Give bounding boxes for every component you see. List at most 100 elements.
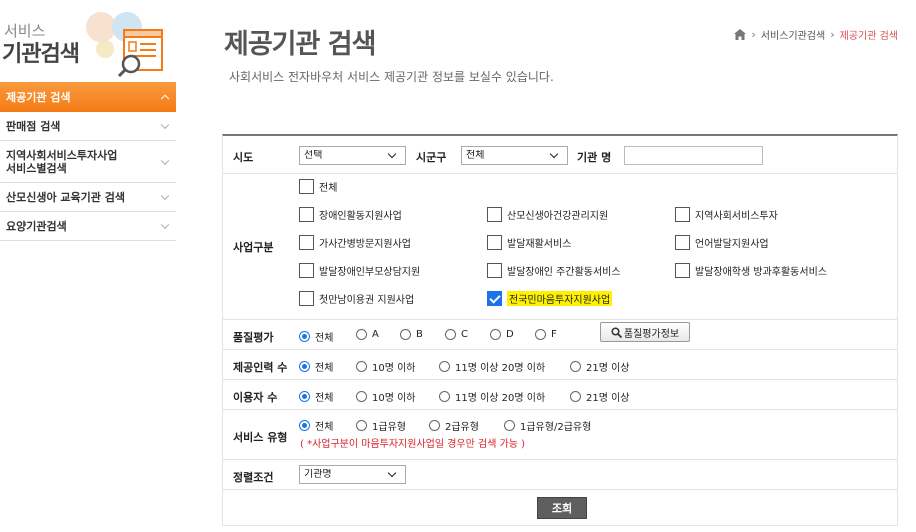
users-radio[interactable]: 10명 이하 [356, 389, 416, 404]
radio-label: 전체 [315, 333, 334, 344]
sidebar-item-maternity-education-search[interactable]: 산모신생아 교육기관 검색 [0, 183, 176, 212]
radio-label: 11명 이상 20명 이하 [455, 393, 546, 404]
chevron-down-icon [160, 120, 170, 130]
business-checkbox[interactable]: 가사간병방문지원사업 [299, 235, 411, 250]
sidebar-item-label: 제공기관 검색 [6, 91, 71, 104]
radio-label: A [372, 329, 379, 340]
service-type-radio[interactable]: 1급유형 [356, 418, 406, 433]
checkbox-box[interactable] [675, 207, 690, 222]
checkbox-label: 가사간병방문지원사업 [319, 239, 411, 250]
business-checkbox[interactable]: 발달장애인 주간활동서비스 [487, 263, 621, 278]
sidebar-menu: 제공기관 검색 판매점 검색 지역사회서비스투자사업 서비스별검색 산모신생아 … [0, 82, 176, 241]
home-icon[interactable] [734, 29, 747, 40]
checkbox-box[interactable] [299, 207, 314, 222]
sidebar-item-community-service-search[interactable]: 지역사회서비스투자사업 서비스별검색 [0, 141, 176, 183]
checkbox-label: 산모신생아건강관리지원 [507, 211, 609, 222]
radio-selected[interactable] [299, 420, 310, 431]
sort-select[interactable]: 기관명 [299, 465, 406, 484]
radio-label: 전체 [315, 393, 334, 404]
sigungu-select[interactable]: 전체 [461, 146, 568, 165]
sidebar-item-label: 지역사회서비스투자사업 서비스별검색 [6, 148, 118, 175]
checkbox-box[interactable] [675, 263, 690, 278]
breadcrumb-item[interactable]: 서비스기관검색 [761, 27, 825, 42]
staff-radio[interactable]: 10명 이하 [356, 359, 416, 374]
service-type-radio[interactable]: 2급유형 [429, 418, 479, 433]
checkbox-box[interactable] [299, 263, 314, 278]
business-checkbox-selected[interactable]: 전국민마음투자지원사업 [487, 291, 613, 306]
business-checkbox[interactable]: 발달장애학생 방과후활동서비스 [675, 263, 827, 278]
staff-radio[interactable]: 21명 이상 [570, 359, 630, 374]
business-checkbox[interactable]: 산모신생아건강관리지원 [487, 207, 608, 222]
checkbox-box[interactable] [299, 291, 314, 306]
quality-radio[interactable]: D [490, 329, 514, 340]
radio-selected[interactable] [299, 361, 310, 372]
org-name-input[interactable] [624, 146, 763, 165]
business-checkbox[interactable]: 첫만남이용권 지원사업 [299, 291, 414, 306]
sidebar-item-care-facility-search[interactable]: 요양기관검색 [0, 212, 176, 241]
checkbox-box[interactable] [299, 235, 314, 250]
radio[interactable] [445, 329, 456, 340]
chevron-right-icon: › [830, 28, 835, 41]
quality-radio[interactable]: C [445, 329, 468, 340]
search-icon [611, 326, 622, 338]
quality-info-button[interactable]: 품질평가정보 [600, 322, 690, 342]
radio[interactable] [490, 329, 501, 340]
business-checkbox[interactable]: 지역사회서비스투자 [675, 207, 778, 222]
radio[interactable] [356, 329, 367, 340]
service-type-radio[interactable]: 전체 [299, 418, 333, 433]
users-radio[interactable]: 21명 이상 [570, 389, 630, 404]
radio-label: 1급유형/2급유형 [520, 422, 592, 433]
radio[interactable] [429, 420, 440, 431]
checkbox-box[interactable] [487, 263, 502, 278]
checkbox-box[interactable] [487, 207, 502, 222]
sidebar: 서비스 기관검색 제공기관 검색 판매점 검색 지역사회서비스투자사업 서비스별… [0, 0, 176, 532]
logo-line2: 기관검색 [2, 42, 80, 67]
quality-radio[interactable]: 전체 [299, 329, 333, 344]
quality-radio[interactable]: B [400, 329, 423, 340]
radio[interactable] [356, 361, 367, 372]
radio[interactable] [570, 391, 581, 402]
org-name-label: 기관 명 [577, 151, 612, 164]
checkbox-box[interactable] [487, 235, 502, 250]
search-form: 시도 선택 시군구 전체 기관 명 사업구분 전체 장애인활동지원사업 산모신생… [222, 134, 898, 526]
radio[interactable] [400, 329, 411, 340]
checkbox-label: 전체 [319, 183, 338, 194]
quality-radio[interactable]: F [535, 329, 557, 340]
sidebar-item-store-search[interactable]: 판매점 검색 [0, 112, 176, 141]
user-count-row: 이용자 수 전체 10명 이하 11명 이상 20명 이하 21명 이상 [223, 380, 897, 410]
business-checkbox[interactable]: 발달재활서비스 [487, 235, 571, 250]
sidebar-item-provider-search[interactable]: 제공기관 검색 [0, 82, 176, 112]
staff-radio[interactable]: 전체 [299, 359, 333, 374]
sidebar-item-label: 판매점 검색 [6, 120, 61, 133]
checkbox-label: 지역사회서비스투자 [695, 211, 778, 222]
radio[interactable] [356, 391, 367, 402]
radio-selected[interactable] [299, 391, 310, 402]
radio-selected[interactable] [299, 331, 310, 342]
search-button[interactable]: 조회 [537, 497, 587, 519]
quality-radio[interactable]: A [356, 329, 379, 340]
radio-label: 1급유형 [372, 422, 406, 433]
checkbox-label: 언어발달지원사업 [695, 239, 769, 250]
business-checkbox[interactable]: 언어발달지원사업 [675, 235, 769, 250]
users-radio[interactable]: 전체 [299, 389, 333, 404]
checkbox-checked[interactable] [487, 291, 502, 306]
chevron-down-icon [160, 220, 170, 230]
checkbox-box[interactable] [675, 235, 690, 250]
staff-radio[interactable]: 11명 이상 20명 이하 [439, 359, 545, 374]
radio[interactable] [356, 420, 367, 431]
service-type-radio[interactable]: 1급유형/2급유형 [504, 418, 591, 433]
sido-select[interactable]: 선택 [299, 146, 406, 165]
checkbox-label: 전국민마음투자지원사업 [507, 291, 613, 306]
radio-label: 2급유형 [445, 422, 479, 433]
radio[interactable] [535, 329, 546, 340]
radio[interactable] [439, 391, 450, 402]
business-checkbox[interactable]: 발달장애인부모상담지원 [299, 263, 420, 278]
users-radio[interactable]: 11명 이상 20명 이하 [439, 389, 545, 404]
quality-row: 품질평가 전체 A B C D F [223, 320, 897, 350]
business-checkbox[interactable]: 장애인활동지원사업 [299, 207, 402, 222]
business-all-checkbox[interactable]: 전체 [299, 179, 337, 194]
checkbox-box[interactable] [299, 179, 314, 194]
radio[interactable] [570, 361, 581, 372]
radio[interactable] [439, 361, 450, 372]
radio[interactable] [504, 420, 515, 431]
